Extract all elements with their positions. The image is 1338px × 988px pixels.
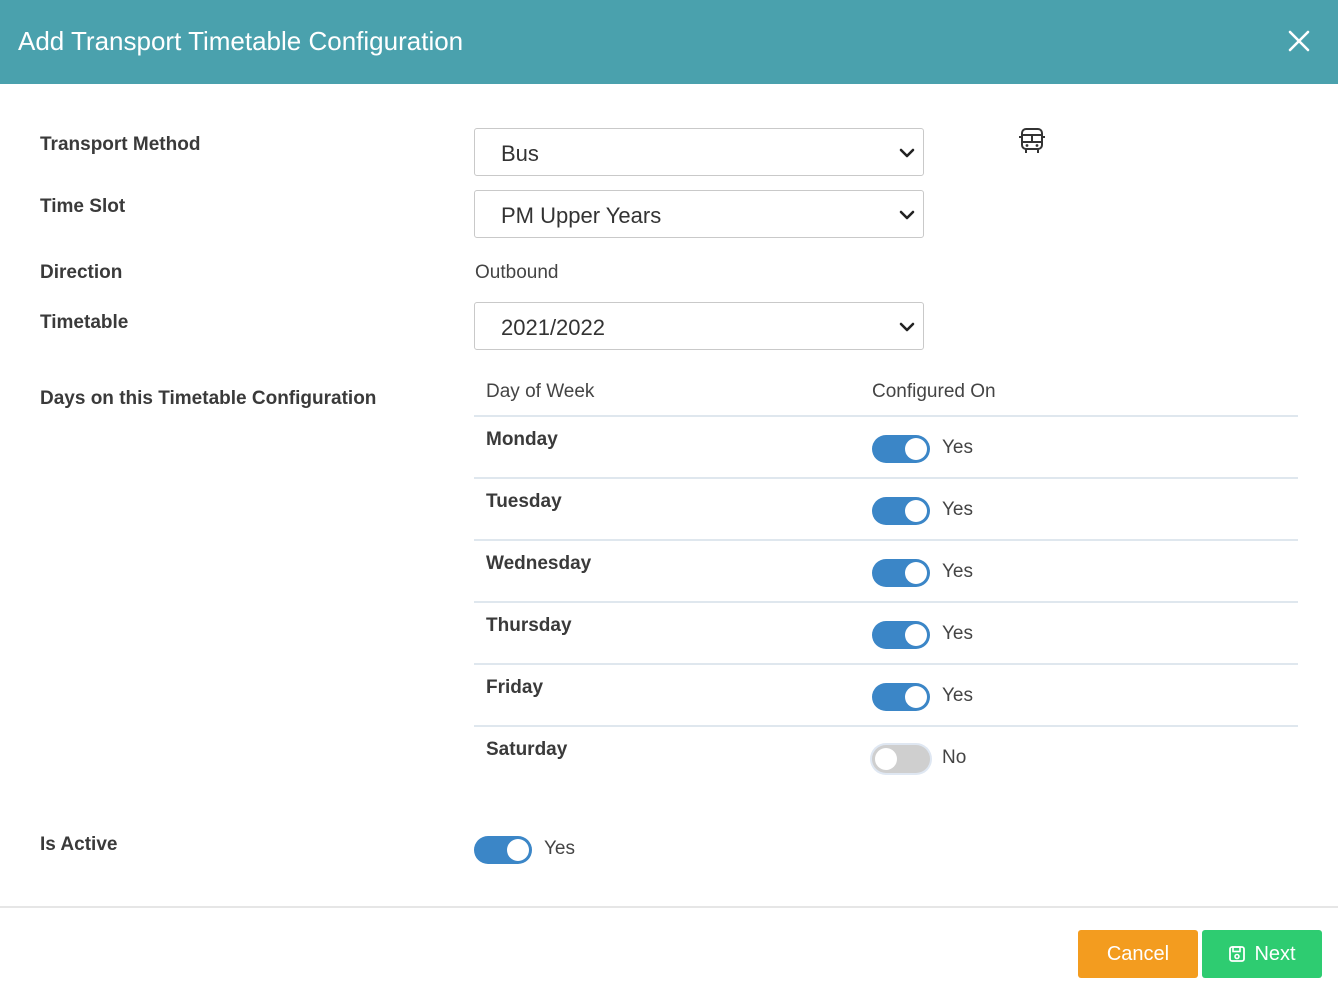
toggle-knob — [905, 624, 927, 646]
next-button[interactable]: Next — [1202, 930, 1322, 978]
direction-value: Outbound — [475, 262, 559, 283]
is-active-label: Is Active — [40, 834, 118, 855]
table-row: Wednesday Yes — [474, 541, 1298, 603]
timetable-value: 2021/2022 — [501, 315, 605, 340]
table-row: Saturday No — [474, 727, 1298, 789]
timetable-select[interactable]: 2021/2022 — [474, 302, 924, 350]
toggle-knob — [875, 748, 897, 770]
transport-method-value: Bus — [501, 141, 539, 166]
column-header-configured: Configured On — [872, 381, 996, 402]
day-toggle[interactable] — [872, 683, 930, 711]
day-toggle[interactable] — [872, 435, 930, 463]
day-toggle[interactable] — [872, 559, 930, 587]
next-button-label: Next — [1254, 942, 1296, 965]
table-row: Thursday Yes — [474, 603, 1298, 665]
toggle-status: No — [942, 747, 967, 768]
toggle-knob — [507, 839, 529, 861]
day-name: Friday — [486, 677, 544, 698]
column-header-day: Day of Week — [486, 381, 595, 402]
days-label: Days on this Timetable Configuration — [40, 388, 377, 409]
time-slot-select[interactable]: PM Upper Years — [474, 190, 924, 238]
toggle-knob — [905, 438, 927, 460]
days-table: Day of Week Configured On Monday Yes Tue… — [474, 372, 1298, 789]
is-active-status: Yes — [544, 838, 575, 859]
day-toggle[interactable] — [872, 621, 930, 649]
table-row: Tuesday Yes — [474, 479, 1298, 541]
close-icon — [1288, 30, 1310, 52]
toggle-status: Yes — [942, 623, 973, 644]
chevron-down-icon — [899, 322, 915, 332]
cancel-button-label: Cancel — [1106, 942, 1170, 965]
time-slot-value: PM Upper Years — [501, 203, 662, 228]
day-name: Tuesday — [486, 491, 562, 512]
toggle-status: Yes — [942, 685, 973, 706]
timetable-label: Timetable — [40, 312, 129, 333]
transport-method-select[interactable]: Bus — [474, 128, 924, 176]
day-toggle[interactable] — [872, 497, 930, 525]
bus-icon — [1019, 128, 1045, 153]
day-name: Monday — [486, 429, 558, 450]
day-name: Wednesday — [486, 553, 592, 574]
save-icon — [1229, 946, 1246, 962]
days-table-header: Day of Week Configured On — [474, 372, 1298, 417]
toggle-knob — [905, 562, 927, 584]
toggle-status: Yes — [942, 561, 973, 582]
table-row: Friday Yes — [474, 665, 1298, 727]
toggle-knob — [905, 686, 927, 708]
transport-method-label: Transport Method — [40, 134, 201, 155]
footer-divider — [0, 906, 1338, 908]
is-active-toggle[interactable] — [474, 836, 532, 864]
table-row: Monday Yes — [474, 417, 1298, 479]
close-button[interactable] — [1282, 24, 1316, 58]
chevron-down-icon — [899, 210, 915, 220]
toggle-status: Yes — [942, 499, 973, 520]
time-slot-label: Time Slot — [40, 196, 126, 217]
day-name: Saturday — [486, 739, 568, 760]
cancel-button[interactable]: Cancel — [1078, 930, 1198, 978]
chevron-down-icon — [899, 148, 915, 158]
toggle-knob — [905, 500, 927, 522]
day-toggle[interactable] — [872, 745, 930, 773]
direction-label: Direction — [40, 262, 123, 283]
modal-header: Add Transport Timetable Configuration — [0, 0, 1338, 84]
toggle-status: Yes — [942, 437, 973, 458]
day-name: Thursday — [486, 615, 572, 636]
modal-title: Add Transport Timetable Configuration — [18, 26, 464, 56]
